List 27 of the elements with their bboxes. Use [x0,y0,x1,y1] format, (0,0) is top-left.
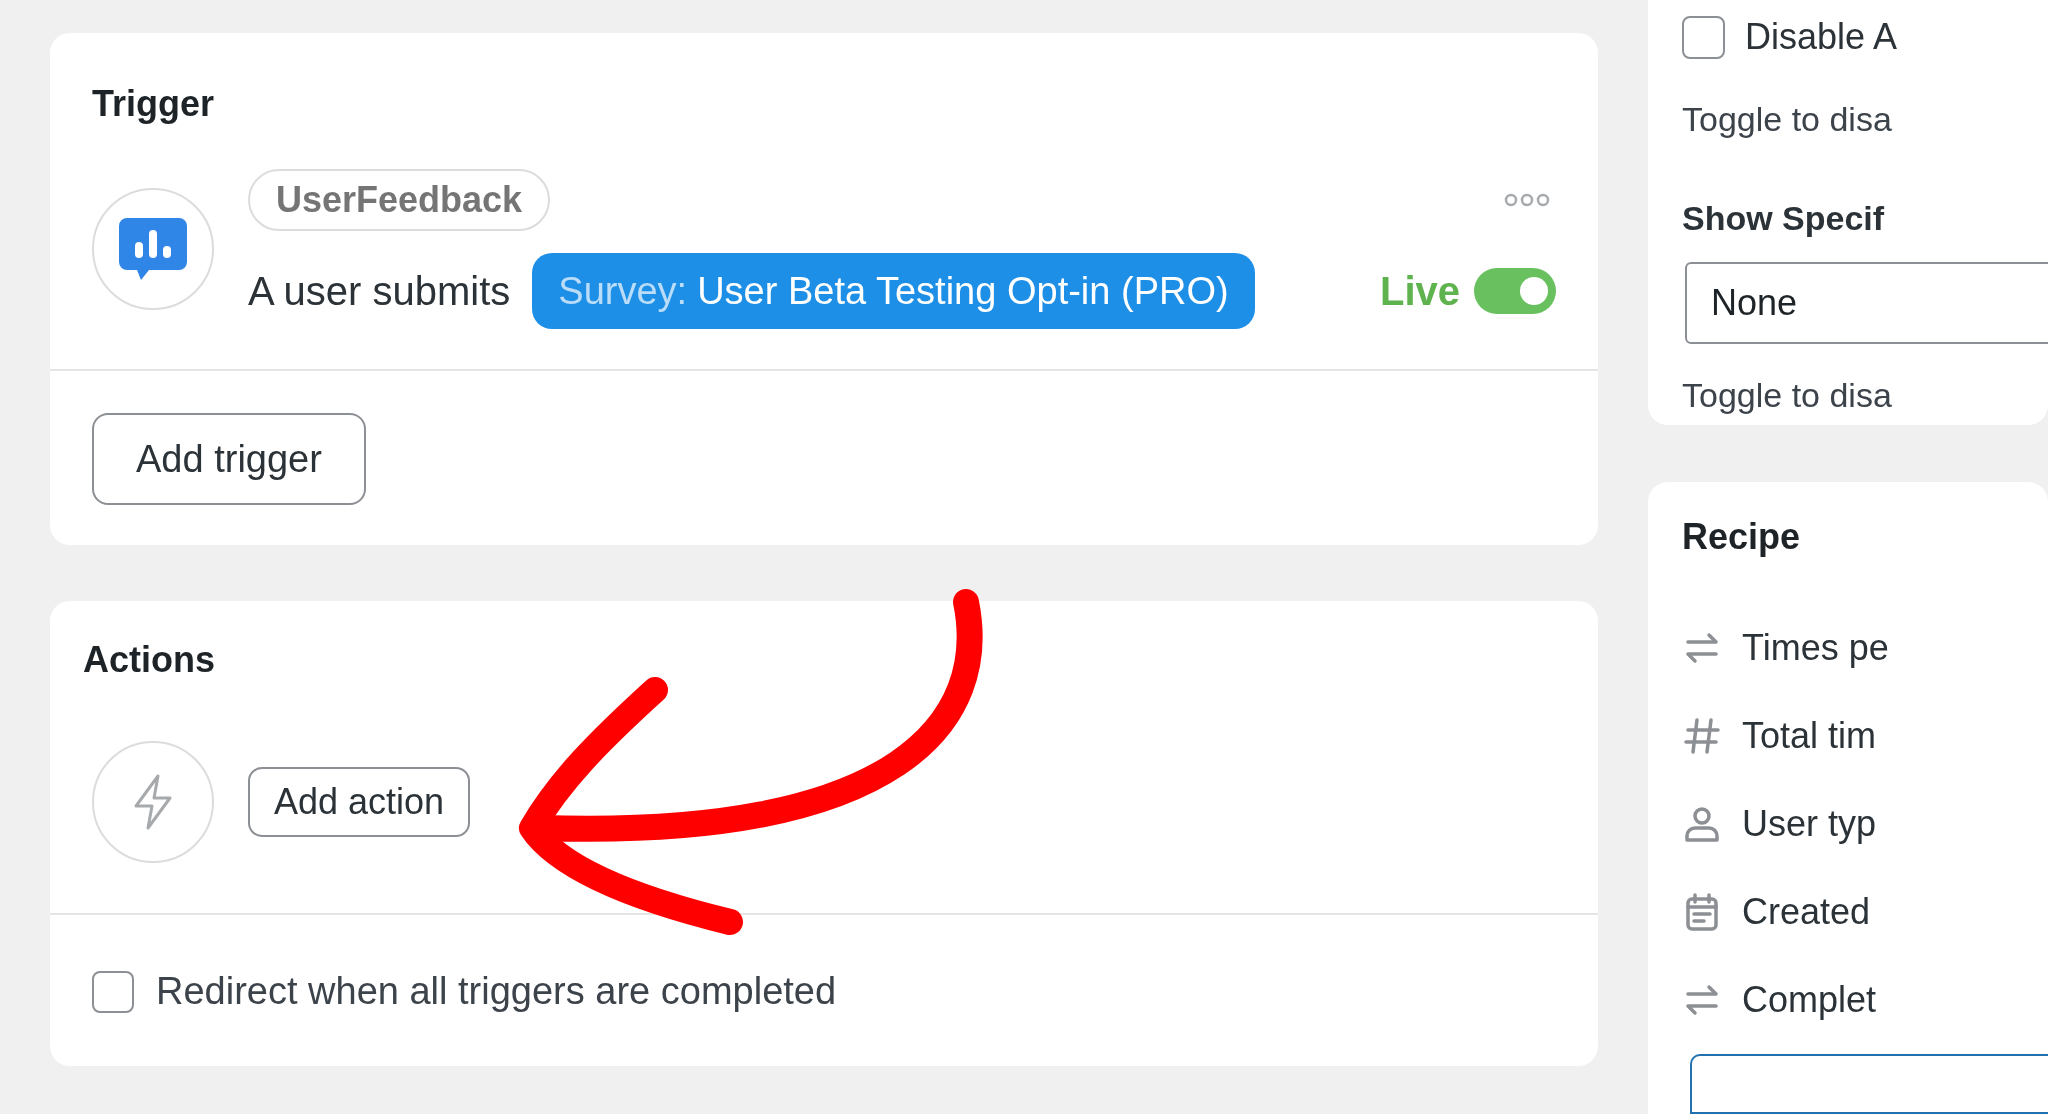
status-label: Live [1379,268,1460,315]
integration-tag: UserFeedback [248,169,551,231]
chart-bubble-icon [119,218,187,280]
checkbox[interactable] [1682,15,1725,59]
recipe-detail: User typ [1742,802,1877,846]
button[interactable] [1690,1054,2048,1114]
card-title: Trigger [92,82,216,126]
recipe-detail: Times pe [1742,626,1889,670]
checkbox[interactable] [92,970,134,1013]
more-options-icon[interactable] [1504,193,1550,207]
trigger-sentence: A user submits [248,268,511,315]
add-action-button[interactable]: Add action [248,767,471,837]
select-field[interactable]: None [1685,262,2048,344]
live-toggle[interactable] [1474,268,1556,314]
user-icon [1682,804,1722,844]
card-title: Recipe [1682,515,1802,559]
checkbox-label: Redirect when all triggers are completed [156,969,837,1014]
hash-icon [1682,716,1722,756]
help-text: Toggle to disa [1682,99,1893,140]
card-title: Actions [83,638,216,682]
recipe-detail: Created [1742,890,1871,934]
checkbox-label: Disable A [1745,15,1898,59]
field-label: Show Specif [1682,198,1886,239]
recipe-detail: Total tim [1742,714,1877,758]
recipe-detail: Complet [1742,978,1877,1022]
add-trigger-button[interactable]: Add trigger [92,413,366,505]
help-text: Toggle to disa [1682,375,1893,416]
